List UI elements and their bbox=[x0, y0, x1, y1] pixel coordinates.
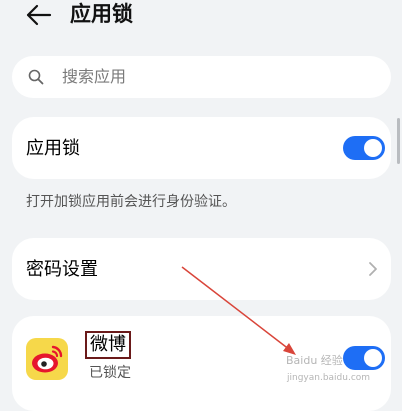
app-lock-description: 打开加锁应用前会进行身份验证。 bbox=[26, 194, 236, 210]
watermark-logo: Baidu 经验 bbox=[286, 354, 343, 367]
search-icon bbox=[28, 69, 44, 85]
arrow-left-icon[interactable] bbox=[24, 2, 54, 28]
search-input[interactable]: 搜索应用 bbox=[12, 56, 391, 98]
app-lock-row: 应用锁 bbox=[12, 117, 391, 179]
page-title: 应用锁 bbox=[70, 2, 133, 26]
app-lock-toggle-weibo[interactable] bbox=[343, 346, 385, 370]
app-name: 微博 bbox=[85, 331, 131, 359]
app-lock-status: 已锁定 bbox=[89, 365, 131, 381]
app-lock-toggle[interactable] bbox=[343, 136, 385, 160]
toggle-knob bbox=[364, 139, 382, 157]
app-lock-label: 应用锁 bbox=[26, 138, 80, 159]
password-settings-label: 密码设置 bbox=[26, 259, 98, 280]
password-settings-row[interactable]: 密码设置 bbox=[12, 238, 391, 300]
header-bar: 应用锁 bbox=[0, 0, 402, 36]
toggle-knob bbox=[364, 349, 382, 367]
watermark-url: jingyan.baidu.com bbox=[287, 373, 371, 383]
weibo-logo-icon bbox=[26, 338, 68, 380]
search-placeholder: 搜索应用 bbox=[62, 67, 127, 86]
chevron-right-icon bbox=[369, 262, 377, 276]
scrollbar[interactable] bbox=[397, 118, 400, 164]
